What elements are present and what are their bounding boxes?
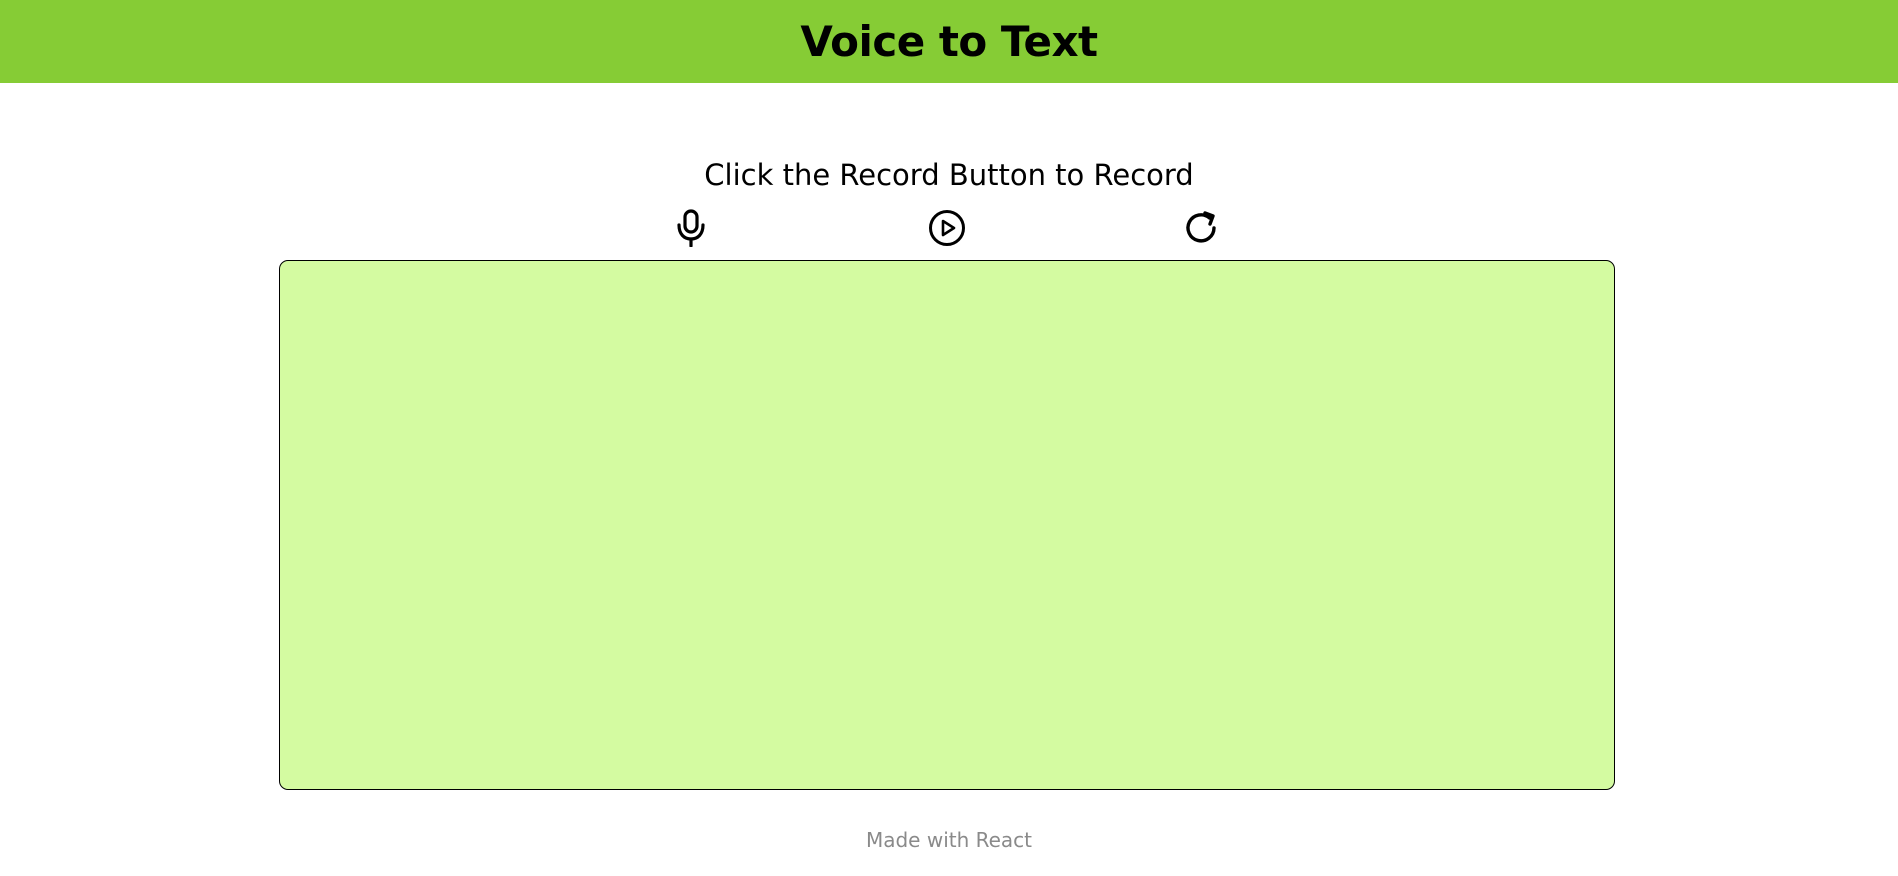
microphone-icon: [674, 209, 708, 247]
footer-credit: Made with React: [865, 828, 1033, 852]
record-instruction: Click the Record Button to Record: [704, 158, 1194, 192]
app-header: Voice to Text: [0, 0, 1898, 83]
recording-controls: [0, 208, 1898, 248]
page-title: Voice to Text: [800, 17, 1098, 66]
play-circle-icon: [928, 209, 966, 247]
refresh-icon: [1183, 209, 1221, 247]
transcript-textarea[interactable]: [279, 260, 1615, 790]
reset-button[interactable]: [1182, 208, 1222, 248]
play-button[interactable]: [927, 208, 967, 248]
record-button[interactable]: [671, 208, 711, 248]
